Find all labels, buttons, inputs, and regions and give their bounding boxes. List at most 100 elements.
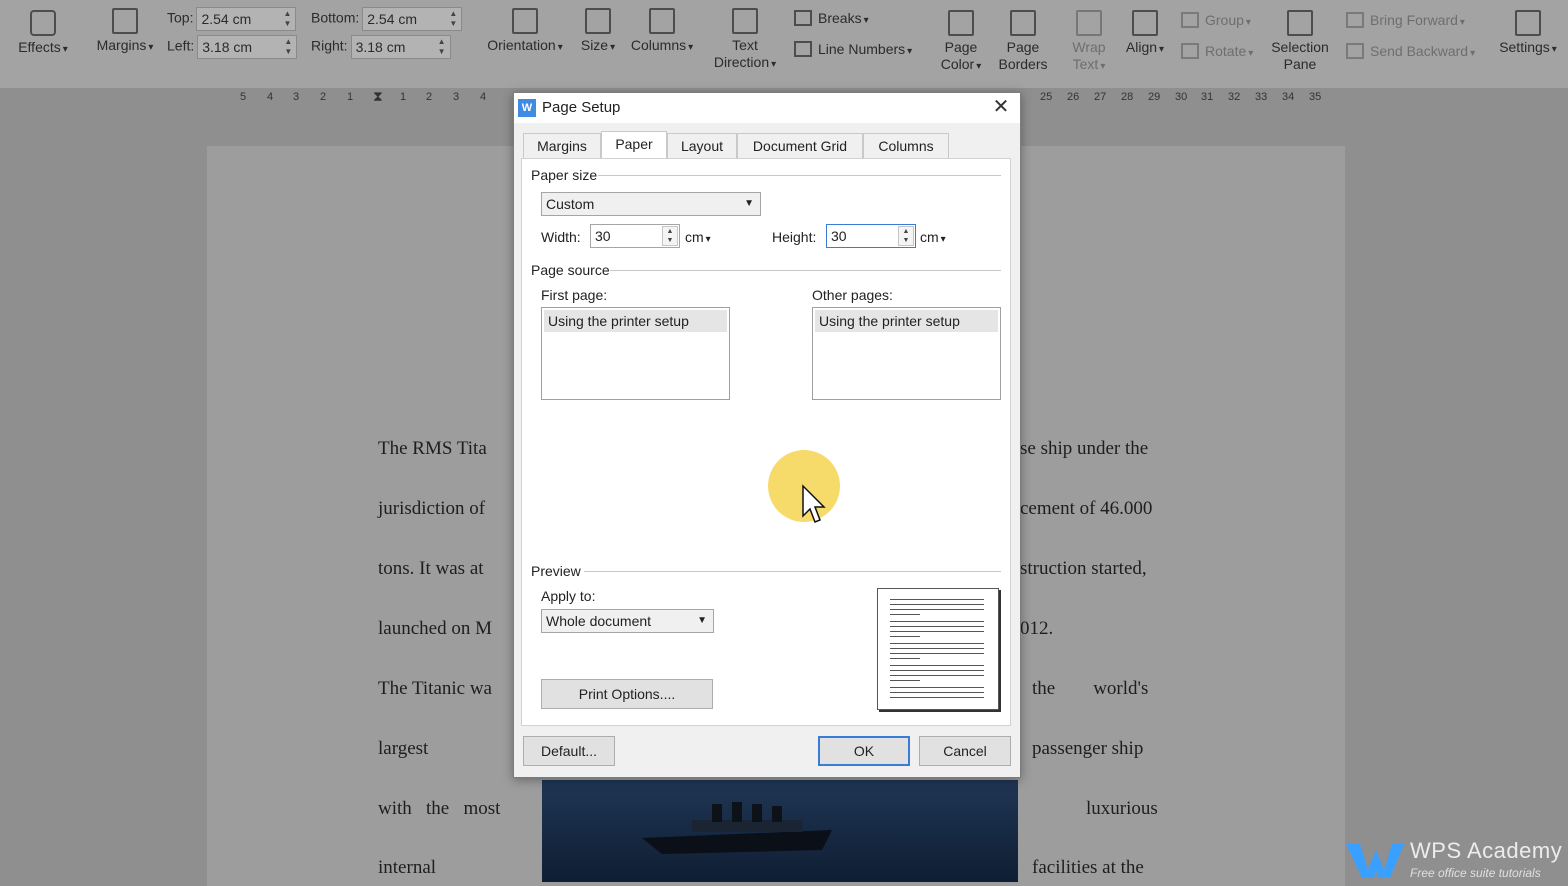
first-page-label: First page: (541, 287, 608, 303)
margins-button[interactable]: Margins (94, 8, 156, 56)
ruler-tick: 29 (1148, 91, 1161, 103)
doc-text-line[interactable]: struction started, (1020, 558, 1147, 580)
effects-button[interactable]: Effects (14, 10, 72, 58)
doc-text-line[interactable]: internal (378, 857, 436, 879)
doc-text-line[interactable]: cement of 46.000 (1020, 498, 1152, 520)
doc-text-line[interactable]: se ship under the (1020, 438, 1148, 460)
preview-line (890, 675, 984, 676)
ruler-tick: 5 (240, 91, 247, 103)
doc-text-line[interactable]: jurisdiction of (378, 498, 485, 520)
ruler-tick: 1 (400, 91, 407, 103)
titanic-image[interactable] (542, 780, 1018, 882)
tab-document-grid[interactable]: Document Grid (737, 133, 863, 159)
paper-size-dropdown[interactable]: Custom ▼ (541, 192, 761, 216)
ruler-tick: 2 (426, 91, 433, 103)
indent-marker-icon[interactable]: ⧗ (373, 88, 383, 105)
group-button[interactable]: Group (1181, 12, 1251, 28)
align-icon (1132, 10, 1158, 36)
other-pages-list[interactable]: Using the printer setup (812, 307, 1001, 400)
width-input[interactable]: 30 ▲ ▼ (590, 224, 680, 248)
doc-text-line[interactable]: passenger ship (1032, 738, 1143, 760)
doc-text-line[interactable]: The RMS Tita (378, 438, 487, 460)
height-unit-dropdown[interactable]: cm (920, 229, 946, 245)
bring-forward-button[interactable]: Bring Forward (1346, 12, 1465, 28)
list-item[interactable]: Using the printer setup (815, 310, 998, 332)
doc-text-line[interactable]: facilities at the (1032, 857, 1144, 879)
breaks-button[interactable]: Breaks (794, 10, 869, 26)
doc-text-line[interactable]: The Titanic wa (378, 678, 492, 700)
ruler-tick: 27 (1094, 91, 1107, 103)
spin-icon[interactable]: ▲ ▼ (284, 9, 292, 29)
send-backward-button[interactable]: Send Backward (1346, 43, 1475, 59)
doc-text-line[interactable]: luxurious (1086, 798, 1158, 820)
spin-icon[interactable]: ▲ ▼ (662, 226, 678, 246)
dropdown-arrow-icon: ▼ (744, 198, 754, 209)
breaks-icon (794, 10, 812, 26)
columns-button[interactable]: Columns (628, 8, 696, 56)
first-page-list[interactable]: Using the printer setup (541, 307, 730, 400)
size-icon (585, 8, 611, 34)
rotate-icon (1181, 43, 1199, 59)
doc-text-line[interactable]: 012. (1020, 618, 1053, 640)
selection-pane-icon (1287, 10, 1313, 36)
spin-icon[interactable]: ▲ ▼ (449, 9, 457, 29)
size-button[interactable]: Size (578, 8, 618, 56)
list-item[interactable]: Using the printer setup (544, 310, 727, 332)
orientation-button[interactable]: Orientation (482, 8, 568, 56)
preview-line (890, 614, 920, 615)
close-icon[interactable]: ✕ (990, 96, 1012, 118)
doc-text-line[interactable]: launched on M (378, 618, 492, 640)
ruler-tick: 32 (1228, 91, 1241, 103)
apply-to-dropdown[interactable]: Whole document ▼ (541, 609, 714, 633)
ruler-tick: 33 (1255, 91, 1268, 103)
ruler-tick: 31 (1201, 91, 1214, 103)
margin-right-input[interactable]: 3.18 cm ▲ ▼ (350, 35, 451, 59)
default-button[interactable]: Default... (523, 736, 615, 766)
mouse-pointer-icon (802, 484, 826, 523)
ruler-tick: 26 (1067, 91, 1080, 103)
text-direction-icon (732, 8, 758, 34)
wrap-text-icon (1076, 10, 1102, 36)
margins-icon (112, 8, 138, 34)
margin-bottom-input[interactable]: 2.54 cm ▲ ▼ (362, 7, 463, 31)
align-button[interactable]: Align (1120, 10, 1170, 58)
ruler-tick: 30 (1175, 91, 1188, 103)
spin-icon[interactable]: ▲ ▼ (284, 37, 292, 57)
settings-button[interactable]: Settings (1496, 10, 1560, 58)
dialog-titlebar[interactable]: W Page Setup ✕ (514, 93, 1020, 123)
selection-pane-button[interactable]: Selection Pane (1268, 10, 1332, 73)
tab-layout[interactable]: Layout (667, 133, 737, 159)
tab-paper[interactable]: Paper (601, 131, 667, 159)
print-options-button[interactable]: Print Options.... (541, 679, 713, 709)
ruler-tick: 25 (1040, 91, 1053, 103)
width-label: Width: (541, 229, 581, 245)
dialog-title: Page Setup (542, 99, 621, 116)
doc-text-line[interactable]: largest (378, 738, 428, 760)
preview-line (890, 636, 920, 637)
doc-text-line[interactable]: tons. It was at (378, 558, 484, 580)
preview-line (890, 653, 984, 654)
page-color-button[interactable]: Page Color (936, 10, 986, 75)
spin-icon[interactable]: ▲ ▼ (898, 226, 914, 246)
cancel-button[interactable]: Cancel (919, 736, 1011, 766)
ruler-tick: 34 (1282, 91, 1295, 103)
tab-columns[interactable]: Columns (863, 133, 949, 159)
text-direction-button[interactable]: Text Direction (708, 8, 782, 73)
height-input[interactable]: 30 ▲ ▼ (826, 224, 916, 248)
width-unit-dropdown[interactable]: cm (685, 229, 711, 245)
doc-text-line[interactable]: the world's (1032, 678, 1148, 700)
line-numbers-button[interactable]: Line Numbers (794, 41, 912, 57)
group-divider (598, 175, 1001, 176)
margin-left-input[interactable]: 3.18 cm ▲ ▼ (197, 35, 298, 59)
wrap-text-button[interactable]: Wrap Text (1064, 10, 1114, 75)
spin-icon[interactable]: ▲ ▼ (438, 37, 446, 57)
ruler-tick: 4 (480, 91, 487, 103)
page-borders-button[interactable]: Page Borders (996, 10, 1050, 73)
ok-button[interactable]: OK (818, 736, 910, 766)
ruler-tick: 28 (1121, 91, 1134, 103)
tab-margins[interactable]: Margins (523, 133, 601, 159)
ruler-tick: 4 (267, 91, 274, 103)
rotate-button[interactable]: Rotate (1181, 43, 1253, 59)
doc-text-line[interactable]: with the most (378, 798, 500, 820)
margin-top-input[interactable]: 2.54 cm ▲ ▼ (196, 7, 297, 31)
